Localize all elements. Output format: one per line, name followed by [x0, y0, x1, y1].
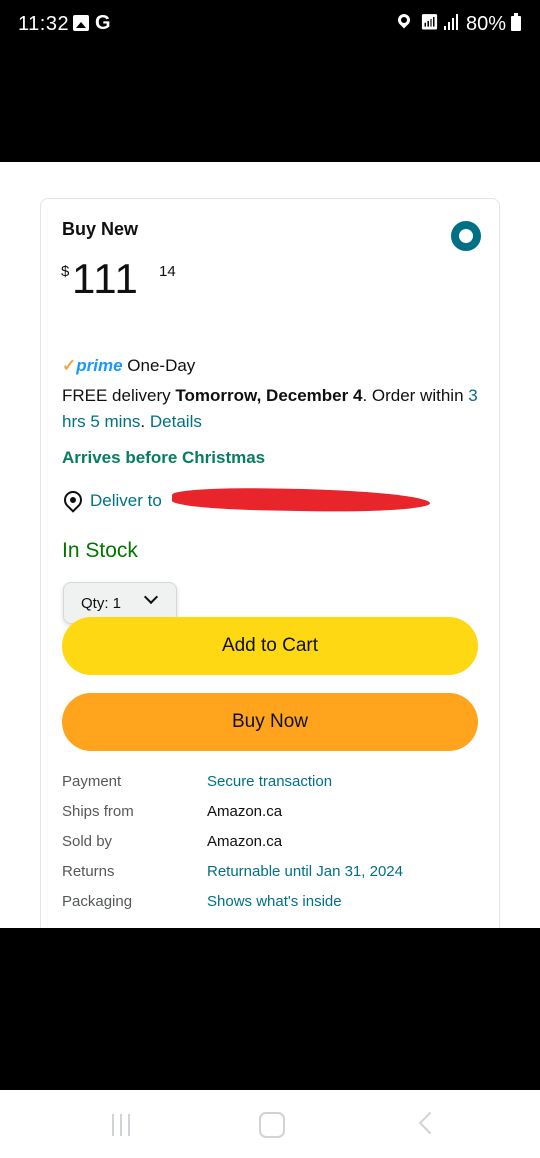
- signal-icon: [444, 14, 460, 30]
- prime-check-icon: ✓: [62, 356, 77, 375]
- price-symbol: $: [61, 263, 70, 280]
- deliver-to-text: Deliver to: [90, 491, 162, 510]
- returns-link[interactable]: Returnable until Jan 31, 2024: [207, 863, 403, 880]
- chevron-down-icon: [143, 589, 159, 605]
- screenshot-content: Buy New $ 111 14 ✓prime One-Day FREE del…: [0, 162, 540, 928]
- order-within-text: . Order within: [362, 386, 464, 405]
- back-icon[interactable]: [418, 1111, 442, 1135]
- info-value: Amazon.ca: [207, 833, 283, 850]
- delivery-message: FREE delivery Tomorrow, December 4. Orde…: [62, 383, 482, 435]
- location-pin-icon: [60, 487, 86, 513]
- stock-status: In Stock: [62, 539, 138, 562]
- info-label: Ships from: [62, 803, 134, 820]
- home-icon[interactable]: [259, 1112, 285, 1138]
- info-label: Returns: [62, 863, 115, 880]
- seller-info-table: Payment Secure transaction Ships from Am…: [62, 773, 482, 923]
- delivery-period: .: [140, 412, 146, 431]
- prime-logo: prime: [76, 356, 123, 375]
- wifi-icon: 📶︎: [420, 14, 440, 31]
- redacted-address: [171, 486, 431, 514]
- info-row-packaging: Packaging Shows what's inside: [62, 893, 482, 923]
- radio-selected-icon[interactable]: [451, 221, 481, 251]
- buy-now-button[interactable]: Buy Now: [62, 693, 478, 751]
- info-row-ships-from: Ships from Amazon.ca: [62, 803, 482, 833]
- location-icon: [395, 11, 413, 29]
- deliver-to-link[interactable]: Deliver to: [60, 486, 462, 514]
- battery-percent: 80%: [466, 13, 507, 35]
- google-icon: G: [95, 12, 111, 34]
- info-label: Payment: [62, 773, 122, 790]
- gallery-icon: [73, 15, 89, 31]
- info-row-sold-by: Sold by Amazon.ca: [62, 833, 482, 863]
- buy-new-label: Buy New: [62, 219, 139, 239]
- info-row-payment: Payment Secure transaction: [62, 773, 482, 803]
- packaging-link[interactable]: Shows what's inside: [207, 893, 342, 910]
- free-delivery-text: FREE delivery: [62, 386, 171, 405]
- navigation-bar: [0, 1090, 540, 1158]
- status-bar: 11:32 G 📶︎ 80%: [0, 0, 540, 50]
- delivery-date: Tomorrow, December 4: [175, 386, 363, 405]
- recents-icon[interactable]: [110, 1114, 134, 1136]
- battery-icon: [511, 13, 521, 31]
- arrives-before-christmas: Arrives before Christmas: [62, 448, 266, 467]
- info-value: Amazon.ca: [207, 803, 283, 820]
- quantity-label: Qty: 1: [81, 595, 122, 612]
- buy-box: Buy New $ 111 14 ✓prime One-Day FREE del…: [40, 198, 500, 928]
- info-row-returns: Returns Returnable until Jan 31, 2024: [62, 863, 482, 893]
- status-time: 11:32: [18, 13, 70, 35]
- prime-speed: One-Day: [127, 356, 196, 375]
- info-label: Packaging: [62, 893, 133, 910]
- price-fraction: 14: [159, 263, 176, 280]
- prime-badge: ✓prime One-Day: [62, 356, 195, 376]
- add-to-cart-button[interactable]: Add to Cart: [62, 617, 478, 675]
- secure-transaction-link[interactable]: Secure transaction: [207, 773, 332, 790]
- info-label: Sold by: [62, 833, 113, 850]
- details-link[interactable]: Details: [150, 412, 202, 431]
- price-whole: 111: [72, 255, 139, 302]
